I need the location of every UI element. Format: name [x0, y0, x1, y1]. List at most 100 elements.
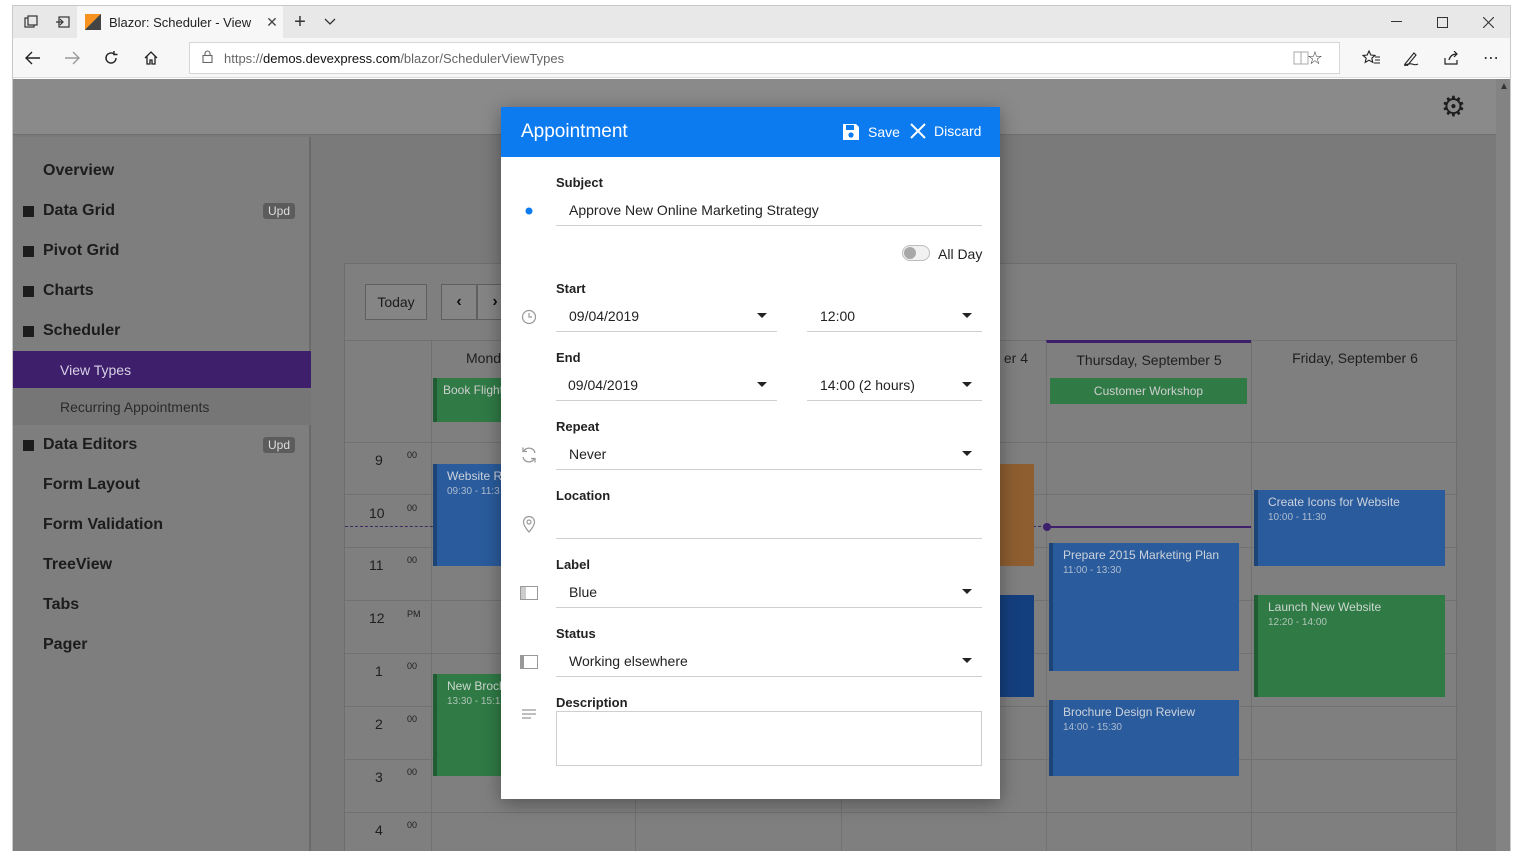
appointment[interactable]: Create Icons for Website 10:00 - 11:30: [1254, 490, 1445, 566]
refresh-icon[interactable]: [93, 38, 129, 78]
dropdown-caret-icon[interactable]: [962, 658, 972, 663]
repeat-label: Repeat: [556, 419, 600, 434]
sidebar-item-scheduler[interactable]: Scheduler: [13, 313, 311, 349]
sidebar-item-label: Data Grid: [43, 202, 116, 219]
dropdown-caret-icon[interactable]: [962, 589, 972, 594]
sidebar-nav: Overview Data Grid Upd Pivot Grid Charts …: [13, 137, 311, 851]
maximize-icon[interactable]: [1419, 6, 1465, 38]
end-label: End: [556, 350, 581, 365]
url-field[interactable]: https://demos.devexpress.com/blazor/Sche…: [189, 42, 1340, 74]
discard-button[interactable]: Discard: [910, 123, 981, 139]
tab-list-chevron-icon[interactable]: [315, 6, 345, 38]
share-icon[interactable]: [1433, 38, 1469, 78]
minimize-icon[interactable]: [1373, 6, 1419, 38]
page-viewport: ⚙ ▲ Overview Data Grid Upd Pivot Grid Cha…: [13, 79, 1510, 851]
label-select[interactable]: Blue: [556, 576, 982, 608]
subject-label: Subject: [556, 175, 603, 190]
location-label: Location: [556, 488, 611, 503]
dropdown-caret-icon[interactable]: [962, 451, 972, 456]
hour-label: 9: [375, 452, 383, 468]
update-badge: Upd: [262, 203, 295, 219]
sidebar-item-overview[interactable]: Overview: [13, 153, 311, 189]
sidebar-item-treeview[interactable]: TreeView: [13, 547, 311, 583]
repeat-select[interactable]: Never: [556, 438, 982, 470]
new-tab-icon[interactable]: +: [285, 6, 315, 38]
start-date-input[interactable]: 09/04/2019: [556, 300, 777, 332]
browser-tab[interactable]: Blazor: Scheduler - View ✕: [77, 6, 283, 38]
minute-label: 00: [407, 820, 418, 830]
hour-label: 12: [369, 610, 385, 626]
set-aside-tabs-icon[interactable]: [49, 6, 77, 38]
hour-label: 1: [375, 663, 383, 679]
bullet-icon: [23, 325, 34, 337]
current-time-dot: [1043, 523, 1051, 531]
sidebar-subitem-view-types[interactable]: View Types: [13, 351, 311, 388]
sidebar-item-data-grid[interactable]: Data Grid Upd: [13, 193, 311, 229]
dropdown-caret-icon[interactable]: [757, 313, 767, 318]
prev-period-button[interactable]: ‹: [441, 284, 477, 320]
gear-icon[interactable]: ⚙: [1441, 93, 1466, 121]
title-bar: Blazor: Scheduler - View ✕ +: [13, 6, 1510, 38]
dropdown-caret-icon[interactable]: [962, 313, 972, 318]
home-icon[interactable]: [133, 38, 169, 78]
today-button[interactable]: Today: [365, 284, 427, 320]
favorites-hub-icon[interactable]: [1353, 38, 1389, 78]
start-time-input[interactable]: 12:00: [807, 300, 982, 332]
favorite-star-icon[interactable]: ☆: [1297, 38, 1333, 78]
sidebar-item-label: Form Validation: [43, 516, 164, 533]
status-select[interactable]: Working elsewhere: [556, 645, 982, 677]
url-path: /blazor/SchedulerViewTypes: [400, 50, 565, 66]
sidebar-item-pivot-grid[interactable]: Pivot Grid: [13, 233, 311, 269]
lock-icon: [190, 50, 224, 66]
update-badge: Upd: [262, 437, 295, 453]
appointment[interactable]: Launch New Website 12:20 - 14:00: [1254, 595, 1445, 697]
bullet-icon: [23, 439, 34, 451]
close-window-icon[interactable]: [1465, 6, 1510, 38]
all-day-toggle[interactable]: [902, 245, 930, 261]
current-time-indicator: [1046, 526, 1251, 528]
start-date-value: 09/04/2019: [569, 307, 640, 324]
page-scrollbar[interactable]: ▲: [1496, 79, 1510, 851]
pen-notes-icon[interactable]: [1393, 38, 1429, 78]
sidebar-item-form-layout[interactable]: Form Layout: [13, 467, 311, 503]
repeat-value: Never: [569, 445, 607, 462]
end-time-input[interactable]: 14:00 (2 hours): [807, 369, 982, 401]
start-label: Start: [556, 281, 586, 296]
location-input[interactable]: [556, 507, 982, 539]
dropdown-caret-icon[interactable]: [757, 382, 767, 387]
sidebar-item-form-validation[interactable]: Form Validation: [13, 507, 311, 543]
end-date-input[interactable]: 09/04/2019: [556, 369, 777, 401]
minute-label: PM: [407, 609, 421, 619]
sidebar-item-pager[interactable]: Pager: [13, 627, 311, 663]
appointment-time: 12:20 - 14:00: [1268, 617, 1327, 628]
sidebar-item-charts[interactable]: Charts: [13, 273, 311, 309]
scroll-up-icon[interactable]: ▲: [1499, 81, 1509, 92]
minute-label: 00: [407, 503, 418, 513]
minute-label: 00: [407, 450, 418, 460]
sidebar-item-label: Form Layout: [43, 476, 140, 493]
repeat-sync-icon: [519, 445, 539, 465]
subject-input[interactable]: Approve New Online Marketing Strategy: [556, 194, 982, 226]
forward-arrow-icon[interactable]: [54, 38, 90, 78]
tab-actions-icon[interactable]: [17, 6, 45, 38]
day-header-friday[interactable]: Friday, September 6: [1251, 340, 1458, 376]
description-textarea[interactable]: [556, 711, 982, 766]
allday-appointment-customer-workshop[interactable]: Customer Workshop: [1050, 378, 1247, 404]
appointment[interactable]: Brochure Design Review 14:00 - 15:30: [1049, 700, 1239, 776]
bullet-icon: [23, 285, 34, 297]
back-arrow-icon[interactable]: [15, 38, 51, 78]
sidebar-item-label: Scheduler: [43, 322, 121, 339]
close-tab-icon[interactable]: ✕: [261, 14, 283, 31]
sidebar-item-tabs[interactable]: Tabs: [13, 587, 311, 623]
location-pin-icon: [519, 514, 539, 534]
save-button[interactable]: Save: [842, 123, 900, 141]
dropdown-caret-icon[interactable]: [962, 382, 972, 387]
appointment-time: 10:00 - 11:30: [1268, 512, 1327, 523]
appointment[interactable]: Prepare 2015 Marketing Plan 11:00 - 13:30: [1049, 543, 1239, 671]
sidebar-subitem-recurring-appointments[interactable]: Recurring Appointments: [13, 388, 311, 425]
url-prefix: https://: [224, 50, 264, 66]
sidebar-item-data-editors[interactable]: Data Editors Upd: [13, 427, 311, 463]
appointment-title: Launch New Website: [1268, 600, 1382, 614]
more-menu-icon[interactable]: ⋯: [1473, 38, 1509, 78]
day-header-thursday[interactable]: Thursday, September 5: [1046, 340, 1251, 376]
